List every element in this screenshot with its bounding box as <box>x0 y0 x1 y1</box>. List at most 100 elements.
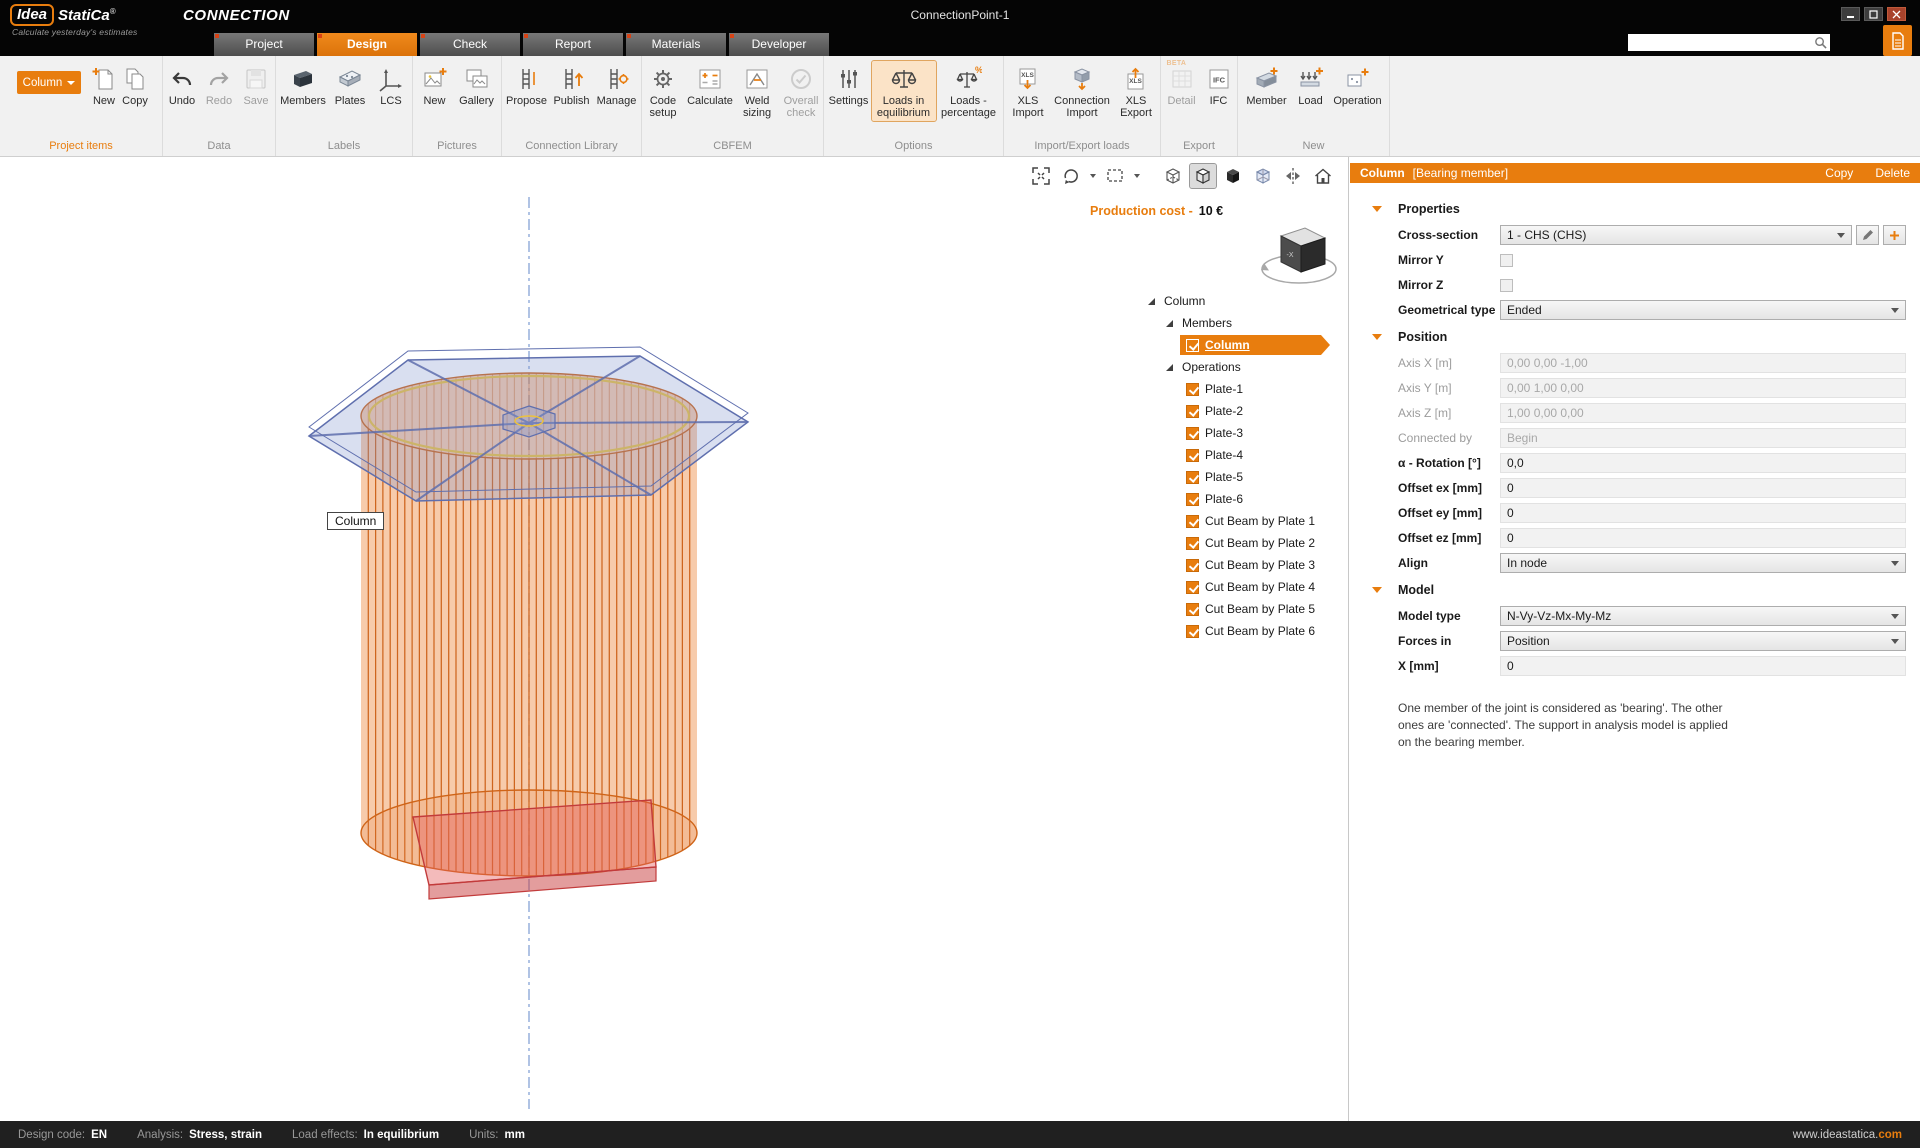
mirror-y-checkbox[interactable] <box>1500 253 1513 267</box>
website-link[interactable]: www.ideastatica.com <box>1793 1129 1902 1141</box>
connection-import-button[interactable]: Connection Import <box>1051 61 1113 121</box>
mirror-z-checkbox[interactable] <box>1500 278 1513 292</box>
zoom-extents-button[interactable] <box>1028 164 1054 188</box>
lcs-labels-button[interactable]: LCS <box>372 61 410 109</box>
checkbox-checked-icon[interactable] <box>1186 448 1199 462</box>
status-analysis[interactable]: Analysis: Stress, strain <box>137 1129 262 1141</box>
tree-item-plate-1[interactable]: Plate-1 <box>1140 378 1348 400</box>
checkbox-checked-icon[interactable] <box>1186 624 1199 638</box>
section-position[interactable]: Position <box>1372 323 1920 351</box>
calculate-button[interactable]: Calculate <box>685 61 735 109</box>
shaded-edges-view-button[interactable] <box>1189 163 1217 189</box>
tab-report[interactable]: Report <box>523 33 623 56</box>
tree-node-root[interactable]: Column <box>1140 290 1348 312</box>
checkbox-checked-icon[interactable] <box>1186 514 1199 528</box>
new-project-item-button[interactable]: New <box>89 61 119 109</box>
geometrical-type-select[interactable]: Ended <box>1500 300 1906 320</box>
code-setup-button[interactable]: Code setup <box>642 61 684 121</box>
offset-ez-field[interactable]: 0 <box>1500 528 1906 548</box>
new-member-button[interactable]: Member <box>1243 61 1291 109</box>
expander-icon[interactable] <box>1166 363 1173 371</box>
edit-cross-section-button[interactable] <box>1856 225 1879 245</box>
expander-icon[interactable] <box>1166 319 1173 327</box>
status-units[interactable]: Units: mm <box>469 1129 525 1141</box>
tab-materials[interactable]: Materials <box>626 33 726 56</box>
tree-item-plate-3[interactable]: Plate-3 <box>1140 422 1348 444</box>
tree-node-operations[interactable]: Operations <box>1140 356 1348 378</box>
mirror-view-button[interactable] <box>1280 164 1306 188</box>
tab-project[interactable]: Project <box>214 33 314 56</box>
info-button[interactable] <box>1883 25 1912 56</box>
3d-viewport[interactable]: Production cost -10 € Column -X Column M… <box>0 157 1349 1121</box>
plates-labels-button[interactable]: Plates <box>329 61 371 109</box>
column-label-tag[interactable]: Column <box>327 512 385 530</box>
project-item-selector[interactable]: Column <box>17 71 81 94</box>
collapse-arrow-icon[interactable] <box>1372 334 1382 340</box>
new-load-button[interactable]: Load <box>1292 61 1330 109</box>
copy-member-button[interactable]: Copy <box>1825 166 1853 180</box>
rotate-view-button[interactable] <box>1058 164 1084 188</box>
checkbox-checked-icon[interactable] <box>1186 404 1199 418</box>
tree-item-plate-4[interactable]: Plate-4 <box>1140 444 1348 466</box>
xls-export-button[interactable]: XLS XLS Export <box>1114 61 1158 121</box>
tree-item-cut-beam-6[interactable]: Cut Beam by Plate 6 <box>1140 620 1348 642</box>
loads-percentage-button[interactable]: % Loads - percentage <box>937 61 1001 121</box>
search-box[interactable] <box>1628 34 1830 51</box>
status-design-code[interactable]: Design code: EN <box>18 1129 107 1141</box>
x-position-field[interactable]: 0 <box>1500 656 1906 676</box>
tab-developer[interactable]: Developer <box>729 33 829 56</box>
collapse-arrow-icon[interactable] <box>1372 206 1382 212</box>
checkbox-checked-icon[interactable] <box>1186 426 1199 440</box>
model-type-select[interactable]: N-Vy-Vz-Mx-My-Mz <box>1500 606 1906 626</box>
delete-member-button[interactable]: Delete <box>1875 166 1910 180</box>
chevron-down-icon[interactable] <box>1134 174 1140 178</box>
collapse-arrow-icon[interactable] <box>1372 587 1382 593</box>
ifc-export-button[interactable]: IFC IFC <box>1202 61 1236 109</box>
weld-sizing-button[interactable]: Weld sizing <box>736 61 778 121</box>
chevron-down-icon[interactable] <box>1090 174 1096 178</box>
copy-project-item-button[interactable]: Copy <box>120 61 150 109</box>
checkbox-checked-icon[interactable] <box>1186 492 1199 506</box>
checkbox-checked-icon[interactable] <box>1186 536 1199 550</box>
tab-check[interactable]: Check <box>420 33 520 56</box>
tree-item-plate-6[interactable]: Plate-6 <box>1140 488 1348 510</box>
rotation-field[interactable]: 0,0 <box>1500 453 1906 473</box>
new-picture-button[interactable]: New <box>416 61 454 109</box>
detail-export-button[interactable]: BETA Detail <box>1163 60 1201 109</box>
maximize-button[interactable] <box>1864 7 1883 21</box>
publish-button[interactable]: Publish <box>550 61 594 109</box>
offset-ey-field[interactable]: 0 <box>1500 503 1906 523</box>
checkbox-checked-icon[interactable] <box>1186 602 1199 616</box>
checkbox-checked-icon[interactable] <box>1186 382 1199 396</box>
align-select[interactable]: In node <box>1500 553 1906 573</box>
status-load-effects[interactable]: Load effects: In equilibrium <box>292 1129 439 1141</box>
checkbox-checked-icon[interactable] <box>1186 580 1199 594</box>
tree-item-cut-beam-3[interactable]: Cut Beam by Plate 3 <box>1140 554 1348 576</box>
tree-item-cut-beam-2[interactable]: Cut Beam by Plate 2 <box>1140 532 1348 554</box>
section-properties[interactable]: Properties <box>1372 195 1920 223</box>
transparent-view-button[interactable] <box>1250 164 1276 188</box>
search-icon[interactable] <box>1811 36 1830 49</box>
cross-section-select[interactable]: 1 - CHS (CHS) <box>1500 225 1852 245</box>
section-model[interactable]: Model <box>1372 576 1920 604</box>
redo-button[interactable]: Redo <box>201 61 237 109</box>
wireframe-view-button[interactable] <box>1160 164 1186 188</box>
selection-mode-button[interactable] <box>1102 164 1128 188</box>
search-input[interactable] <box>1628 35 1811 50</box>
tree-item-cut-beam-4[interactable]: Cut Beam by Plate 4 <box>1140 576 1348 598</box>
expander-icon[interactable] <box>1148 297 1155 305</box>
checkbox-checked-icon[interactable] <box>1186 558 1199 572</box>
tree-root-label[interactable]: Column <box>1164 294 1205 308</box>
checkbox-checked-icon[interactable] <box>1186 470 1199 484</box>
add-cross-section-button[interactable] <box>1883 225 1906 245</box>
propose-button[interactable]: Propose <box>505 61 549 109</box>
settings-button[interactable]: Settings <box>827 61 871 109</box>
manage-button[interactable]: Manage <box>595 61 639 109</box>
navigation-cube[interactable]: -X <box>1258 217 1340 291</box>
forces-in-select[interactable]: Position <box>1500 631 1906 651</box>
selection-highlight[interactable]: Column <box>1180 335 1330 355</box>
home-view-button[interactable] <box>1310 164 1336 188</box>
minimize-button[interactable] <box>1841 7 1860 21</box>
overall-check-button[interactable]: Overall check <box>779 61 823 121</box>
loads-in-equilibrium-button[interactable]: Loads in equilibrium <box>870 60 937 122</box>
